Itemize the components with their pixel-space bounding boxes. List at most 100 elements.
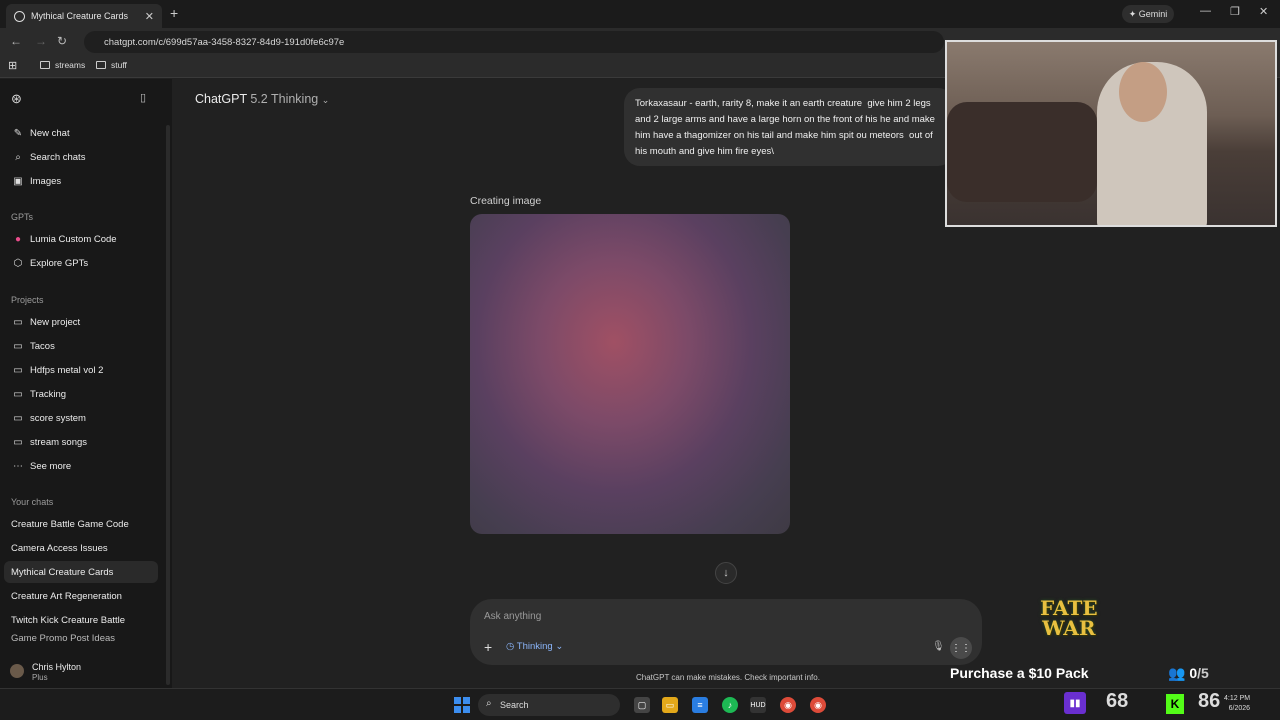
sidebar-item-label: Search chats [30, 151, 86, 163]
bookmark-label: streams [55, 60, 86, 70]
sidebar-item-label: Explore GPTs [30, 257, 89, 269]
sidebar-item-project[interactable]: ▭ stream songs [6, 431, 158, 453]
hudfx-icon[interactable]: HUD [750, 697, 766, 713]
new-chat-button[interactable]: ✎ New chat [6, 122, 158, 144]
user-plan: Plus [32, 672, 48, 682]
chevron-down-icon: ⌄ [321, 95, 330, 105]
sidebar-toggle-icon[interactable]: ▯ [140, 91, 146, 104]
chrome-icon[interactable]: ◉ [780, 697, 796, 713]
image-generation-placeholder [470, 214, 790, 534]
composer: Ask anything + ◷ Thinking ⌄ 🎙 ⋮⋮ [470, 599, 982, 665]
gpt-avatar-icon: ● [14, 233, 22, 245]
sidebar-item-project[interactable]: ▭ Hdfps metal vol 2 [6, 359, 158, 381]
chat-item[interactable]: Creature Art Regeneration [4, 585, 158, 607]
edit-icon: ✎ [13, 127, 23, 139]
taskbar-search[interactable]: ⌕ Search [478, 694, 620, 716]
prompt-input[interactable]: Ask anything [484, 611, 541, 622]
spotify-icon[interactable]: ♪ [722, 697, 738, 713]
sidebar-item-new-project[interactable]: ▭ New project [6, 311, 158, 333]
maximize-icon[interactable]: ❐ [1230, 5, 1240, 18]
search-icon: ⌕ [486, 698, 492, 709]
sidebar-item-explore-gpts[interactable]: ⬡ Explore GPTs [6, 252, 158, 274]
chat-item[interactable]: Game Promo Post Ideas [4, 633, 158, 647]
search-icon: ⌕ [15, 151, 21, 163]
file-explorer-icon[interactable]: ▭ [662, 697, 678, 713]
bookmark-streams[interactable]: streams [40, 60, 85, 70]
search-chats-button[interactable]: ⌕ Search chats [6, 146, 158, 168]
fate-war-logo: FATE WAR [1040, 598, 1098, 638]
browser-tab[interactable]: Mythical Creature Cards ✕ [6, 4, 162, 28]
notepad-icon[interactable]: ≡ [692, 697, 708, 713]
new-tab-icon[interactable]: + [170, 5, 178, 21]
scroll-down-button[interactable]: ↓ [715, 562, 737, 584]
gemini-button[interactable]: ✦ Gemini [1122, 5, 1174, 23]
windows-start-icon[interactable] [454, 697, 470, 713]
openai-logo-icon[interactable]: ⊛ [11, 91, 22, 107]
sidebar-item-label: score system [30, 412, 86, 424]
chat-item[interactable]: Twitch Kick Creature Battle [4, 609, 158, 631]
microphone-icon[interactable]: 🎙 [932, 641, 945, 652]
back-icon[interactable]: ← [10, 34, 22, 48]
sidebar-item-lumia[interactable]: ● Lumia Custom Code [6, 228, 158, 250]
more-icon: ⋯ [13, 460, 23, 472]
taskbar-search-label: Search [500, 700, 529, 710]
sidebar-item-label: Tracking [30, 388, 67, 400]
sidebar-item-label: Lumia Custom Code [30, 233, 117, 245]
add-attachment-icon[interactable]: + [484, 639, 492, 655]
sidebar-item-label: See more [30, 460, 72, 472]
twitch-score: 68 [1106, 690, 1129, 712]
webcam-overlay [945, 40, 1277, 227]
sidebar-item-project[interactable]: ▭ Tracking [6, 383, 158, 405]
browser-tab-bar: Mythical Creature Cards ✕ + ✦ Gemini — ❐… [0, 0, 1280, 28]
person-head-shape [1119, 62, 1167, 122]
apps-icon[interactable]: ⊞ [8, 59, 17, 72]
couch-shape [947, 102, 1097, 202]
url-text: chatgpt.com/c/699d57aa-3458-8327-84d9-19… [104, 36, 345, 48]
sidebar-item-project[interactable]: ▭ Tacos [6, 335, 158, 357]
your-chats-heading: Your chats [11, 497, 54, 507]
sidebar-item-label: stream songs [30, 436, 88, 448]
user-name: Chris Hylton [32, 661, 82, 672]
close-tab-icon[interactable]: ✕ [145, 10, 154, 23]
chat-item[interactable]: Camera Access Issues [4, 537, 158, 559]
taskbar: ⌕ Search ▢ ▭ ≡ ♪ HUD ◉ ◉ 4:12 PM 6/2026 [0, 688, 1280, 720]
sidebar-scrollbar[interactable] [166, 125, 170, 685]
user-message-bubble: Torkaxasaur - earth, rarity 8, make it a… [624, 88, 954, 166]
forward-icon[interactable]: → [35, 34, 47, 48]
images-button[interactable]: ▣ Images [6, 170, 158, 192]
chrome-icon[interactable]: ◉ [810, 697, 826, 713]
url-field[interactable]: chatgpt.com/c/699d57aa-3458-8327-84d9-19… [84, 31, 944, 53]
folder-icon [96, 61, 106, 69]
model-selector[interactable]: ChatGPT 5.2 Thinking ⌄ [195, 92, 329, 106]
image-icon: ▣ [13, 175, 23, 187]
people-icon: 👥 [1168, 665, 1186, 681]
thinking-mode-button[interactable]: ◷ Thinking ⌄ [506, 641, 563, 652]
players-total: /5 [1197, 665, 1209, 681]
bookmark-stuff[interactable]: stuff [96, 60, 127, 70]
projects-heading: Projects [11, 295, 44, 305]
chat-item[interactable]: Creature Battle Game Code [4, 513, 158, 535]
close-window-icon[interactable]: ✕ [1259, 5, 1268, 18]
sidebar-item-label: Tacos [30, 340, 55, 352]
avatar [10, 664, 24, 678]
creating-image-label: Creating image [470, 195, 542, 207]
see-more-button[interactable]: ⋯ See more [6, 455, 158, 477]
model-name: ChatGPT [195, 92, 247, 106]
task-view-icon[interactable]: ▢ [634, 697, 650, 713]
folder-icon: ▭ [13, 340, 23, 352]
disclaimer-text: ChatGPT can make mistakes. Check importa… [636, 673, 820, 682]
user-profile[interactable]: Chris Hylton Plus [0, 654, 172, 688]
voice-mode-button[interactable]: ⋮⋮ [950, 637, 972, 659]
logo-line: WAR [1042, 616, 1096, 640]
kick-score: 86 [1198, 690, 1221, 712]
folder-icon: ▭ [13, 412, 23, 424]
folder-icon [40, 61, 50, 69]
minimize-icon[interactable]: — [1200, 5, 1211, 17]
sidebar-item-label: Hdfps metal vol 2 [30, 364, 104, 376]
sidebar-item-project[interactable]: ▭ score system [6, 407, 158, 429]
sidebar-item-label: Images [30, 175, 62, 187]
reload-icon[interactable]: ↻ [57, 34, 67, 48]
chat-item-active[interactable]: Mythical Creature Cards [4, 561, 158, 583]
folder-icon: ▭ [13, 388, 23, 400]
clock-time: 4:12 PM [1224, 695, 1251, 702]
